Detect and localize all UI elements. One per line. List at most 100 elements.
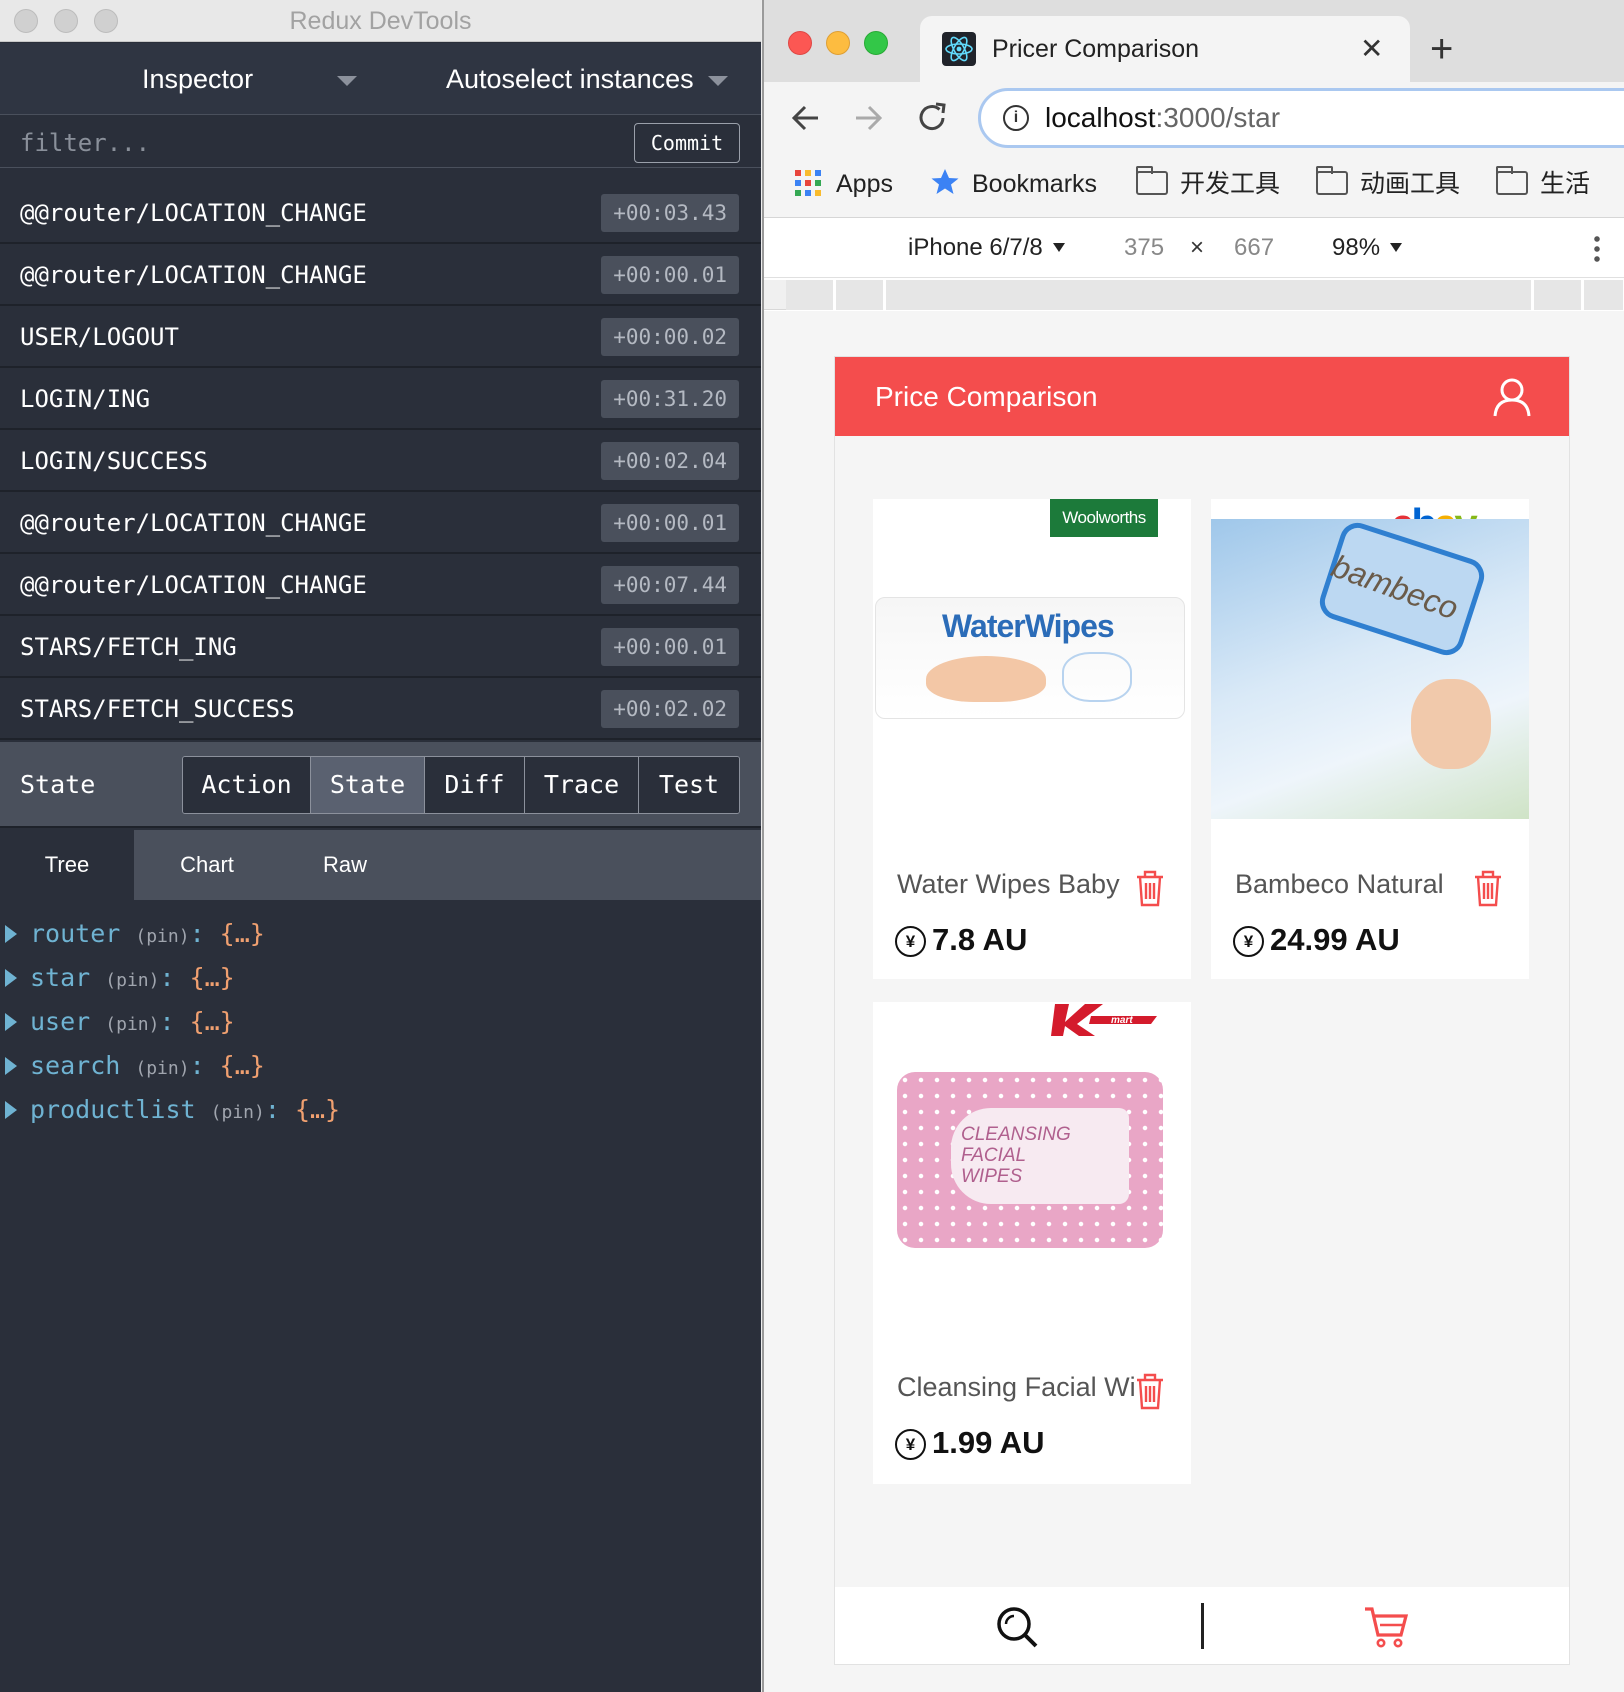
product-price: ¥24.99 AU	[1233, 922, 1400, 958]
subtab-raw[interactable]: Raw	[278, 830, 412, 900]
browser-tab[interactable]: Pricer Comparison ✕	[920, 16, 1410, 82]
bookmark-bookmarks[interactable]: Bookmarks	[930, 156, 1097, 212]
new-tab-button[interactable]: +	[1430, 22, 1453, 76]
tree-pin[interactable]: (pin)	[105, 970, 159, 991]
yen-icon: ¥	[895, 926, 926, 957]
address-bar[interactable]: i localhost:3000/star	[978, 88, 1624, 148]
zoom-value: 98%	[1332, 234, 1381, 261]
product-card[interactable]: ebay bambeco Bambeco Natural ¥24.99 AU	[1211, 499, 1529, 979]
expand-arrow-icon[interactable]	[5, 1057, 17, 1075]
action-list-item[interactable]: STARS/FETCH_SUCCESS +00:02.02	[0, 678, 761, 740]
tab-action[interactable]: Action	[183, 757, 311, 813]
bookmark-folder-life[interactable]: 生活	[1496, 156, 1590, 212]
tree-node[interactable]: search (pin): {…}	[0, 1044, 761, 1088]
tree-value: {…}	[219, 919, 265, 948]
product-price-value: 24.99 AU	[1270, 922, 1400, 957]
tree-pin[interactable]: (pin)	[105, 1014, 159, 1035]
back-icon[interactable]	[788, 100, 824, 136]
trash-icon[interactable]	[1473, 869, 1503, 907]
tab-diff[interactable]: Diff	[425, 757, 525, 813]
chevron-down-icon[interactable]	[708, 76, 728, 86]
tree-pin[interactable]: (pin)	[135, 926, 189, 947]
commit-button[interactable]: Commit	[634, 123, 740, 163]
expand-arrow-icon[interactable]	[5, 1101, 17, 1119]
tree-pin[interactable]: (pin)	[135, 1058, 189, 1079]
tree-node[interactable]: user (pin): {…}	[0, 1000, 761, 1044]
caret-down-icon	[1390, 243, 1403, 252]
action-time-badge: +00:02.02	[601, 690, 739, 728]
action-time-badge: +00:31.20	[601, 380, 739, 418]
action-list-item[interactable]: @@router/LOCATION_CHANGE +00:03.43	[0, 182, 761, 244]
product-card[interactable]: Woolworths WaterWipes Water Wipes Baby ¥…	[873, 499, 1191, 979]
tab-test[interactable]: Test	[639, 757, 739, 813]
chevron-down-icon[interactable]	[337, 76, 357, 86]
device-viewport: Price Comparison Woolworths WaterWipes W…	[764, 311, 1624, 1692]
tree-pin[interactable]: (pin)	[211, 1102, 265, 1123]
tree-value: {…}	[294, 1095, 341, 1124]
trash-icon[interactable]	[1135, 1372, 1165, 1410]
bookmark-folder-animation-tools[interactable]: 动画工具	[1316, 156, 1460, 212]
more-options-icon[interactable]	[1594, 234, 1600, 262]
filter-input[interactable]	[20, 126, 620, 160]
action-list-item[interactable]: STARS/FETCH_ING +00:00.01	[0, 616, 761, 678]
tree-node[interactable]: star (pin): {…}	[0, 956, 761, 1000]
expand-arrow-icon[interactable]	[5, 1013, 17, 1031]
action-list: @@router/LOCATION_CHANGE +00:03.43 @@route…	[0, 182, 761, 740]
bookmark-apps[interactable]: Apps	[794, 156, 893, 212]
action-time-badge: +00:07.44	[601, 566, 739, 604]
close-window-button[interactable]	[788, 31, 812, 55]
heart-shape	[1062, 652, 1132, 702]
action-name: LOGIN/ING	[20, 385, 151, 413]
action-time-badge: +00:00.01	[601, 628, 739, 666]
window-title: Redux DevTools	[289, 7, 472, 35]
forward-icon[interactable]	[850, 100, 886, 136]
tree-value: {…}	[189, 963, 235, 992]
svg-text:mart: mart	[1111, 1015, 1133, 1026]
tab-trace[interactable]: Trace	[525, 757, 639, 813]
browser-window: Pricer Comparison ✕ + i localhost:3000/s…	[762, 0, 1624, 1692]
action-list-item[interactable]: @@router/LOCATION_CHANGE +00:00.01	[0, 244, 761, 306]
tree-key: star	[30, 963, 91, 992]
device-select[interactable]: iPhone 6/7/8	[908, 218, 1065, 278]
close-tab-icon[interactable]: ✕	[1360, 16, 1383, 82]
search-icon[interactable]	[995, 1605, 1039, 1649]
monitor-select[interactable]: Inspector	[142, 43, 253, 115]
product-name: Cleansing Facial Wi	[897, 1372, 1136, 1402]
user-icon[interactable]	[1492, 377, 1532, 417]
maximize-window-button[interactable]	[864, 31, 888, 55]
state-tree: router (pin): {…} star (pin): {…} user (pi…	[0, 912, 761, 1132]
expand-arrow-icon[interactable]	[5, 969, 17, 987]
subtab-chart[interactable]: Chart	[140, 830, 274, 900]
minimize-window-button[interactable]	[826, 31, 850, 55]
product-price: ¥7.8 AU	[895, 922, 1027, 958]
ruler-segment[interactable]	[786, 280, 836, 310]
instances-select[interactable]: Autoselect instances	[446, 43, 694, 115]
action-list-item[interactable]: @@router/LOCATION_CHANGE +00:07.44	[0, 554, 761, 616]
zoom-select[interactable]: 98%	[1332, 218, 1403, 278]
device-height-input[interactable]: 667	[1234, 218, 1274, 278]
action-list-item[interactable]: LOGIN/ING +00:31.20	[0, 368, 761, 430]
action-list-item[interactable]: USER/LOGOUT +00:00.02	[0, 306, 761, 368]
trash-icon[interactable]	[1135, 869, 1165, 907]
info-icon[interactable]: i	[1003, 105, 1029, 131]
action-time-badge: +00:00.01	[601, 256, 739, 294]
reload-icon[interactable]	[914, 100, 950, 136]
product-card[interactable]: mart CLEANSING FACIAL WIPES Cleansing Fa…	[873, 1002, 1191, 1484]
action-list-item[interactable]: LOGIN/SUCCESS +00:02.04	[0, 430, 761, 492]
ruler-segment[interactable]	[1584, 280, 1624, 310]
bookmarks-bar: Apps Bookmarks 开发工具 动画工具 生活	[764, 156, 1624, 218]
cart-icon[interactable]	[1363, 1605, 1409, 1649]
package-brand-text: WaterWipes	[942, 608, 1115, 644]
action-list-item[interactable]: @@router/LOCATION_CHANGE +00:00.01	[0, 492, 761, 554]
dimension-separator: ×	[1190, 234, 1205, 261]
bookmark-folder-dev-tools[interactable]: 开发工具	[1136, 156, 1280, 212]
expand-arrow-icon[interactable]	[5, 925, 17, 943]
device-width-input[interactable]: 375	[1124, 218, 1164, 278]
ruler-segment[interactable]	[1534, 280, 1584, 310]
tab-state[interactable]: State	[311, 757, 425, 813]
ruler-segment[interactable]	[836, 280, 886, 310]
tree-node[interactable]: router (pin): {…}	[0, 912, 761, 956]
ruler-segment[interactable]	[886, 280, 1534, 310]
subtab-tree[interactable]: Tree	[0, 830, 134, 900]
tree-node[interactable]: productlist (pin): {…}	[0, 1088, 761, 1132]
